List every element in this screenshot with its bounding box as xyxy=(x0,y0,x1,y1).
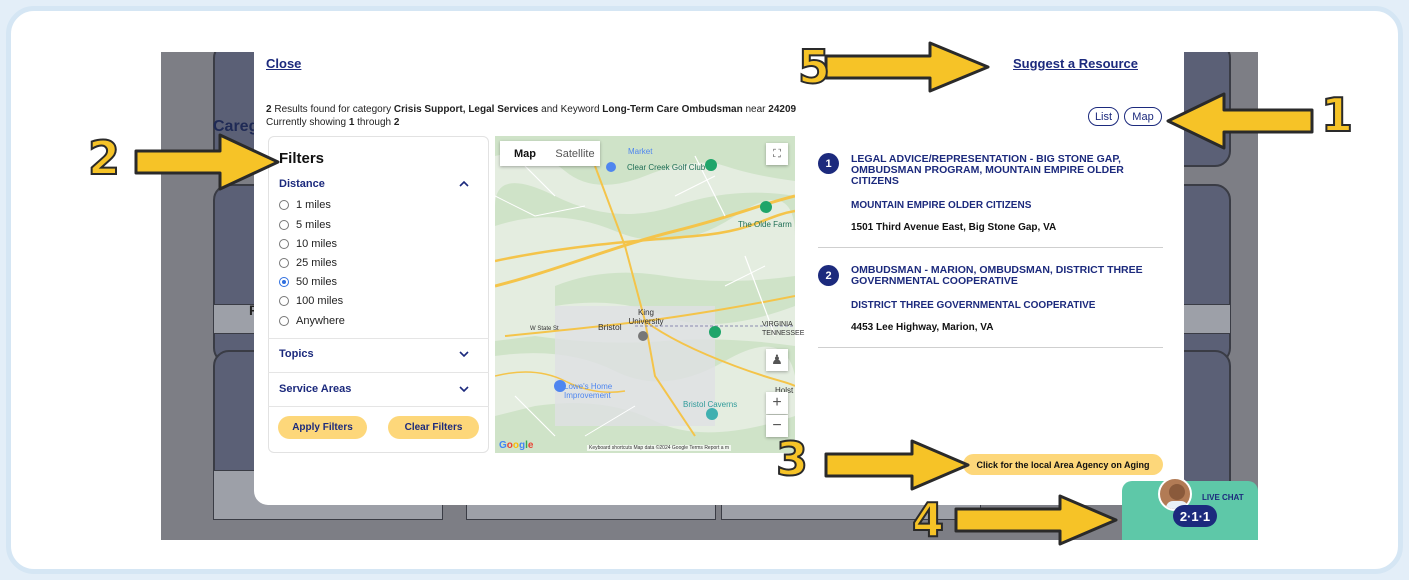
results-map[interactable] xyxy=(495,136,795,453)
clear-filters-button[interactable]: Clear Filters xyxy=(388,416,479,439)
map-place-label: VIRGINIA TENNESSEE xyxy=(762,321,805,337)
arrow-right-icon xyxy=(824,439,970,491)
distance-option[interactable]: 100 miles xyxy=(279,294,343,308)
radio-icon xyxy=(279,220,289,230)
filters-title: Filters xyxy=(279,150,325,167)
result-address: 1501 Third Avenue East, Big Stone Gap, V… xyxy=(851,222,1057,233)
map-view-button[interactable]: Map xyxy=(1124,107,1162,126)
distance-section-toggle[interactable]: Distance xyxy=(279,178,325,190)
distance-option-selected[interactable]: 50 miles xyxy=(279,275,337,289)
list-view-button[interactable]: List xyxy=(1088,107,1119,126)
showing-range: Currently showing 1 through 2 xyxy=(266,117,400,128)
radio-icon xyxy=(279,258,289,268)
arrow-right-icon xyxy=(954,494,1118,546)
divider xyxy=(818,247,1163,248)
arrow-right-icon xyxy=(824,41,990,93)
distance-option[interactable]: 1 miles xyxy=(279,198,331,212)
results-summary: 2 Results found for category Crisis Supp… xyxy=(266,104,797,115)
live-chat-label: LIVE CHAT xyxy=(1202,493,1244,502)
pegman-icon[interactable]: ♟ xyxy=(766,349,788,371)
distance-option[interactable]: Anywhere xyxy=(279,314,345,328)
map-place-label: Bristol Caverns xyxy=(683,400,738,409)
chevron-up-icon[interactable] xyxy=(457,178,471,190)
badge-211: 2·1·1 xyxy=(1173,505,1217,527)
map-place-label: The Olde Farm xyxy=(738,220,792,229)
map-tab[interactable]: Map xyxy=(500,141,550,166)
radio-icon xyxy=(279,200,289,210)
fullscreen-icon[interactable]: ⛶ xyxy=(766,143,788,165)
google-logo: Google xyxy=(499,440,534,451)
map-place-label: Bristol xyxy=(598,322,622,332)
map-attribution: Keyboard shortcuts Map data ©2024 Google… xyxy=(587,445,732,451)
map-place-label: Clear Creek Golf Club xyxy=(627,163,706,172)
area-agency-on-aging-button[interactable]: Click for the local Area Agency on Aging xyxy=(963,454,1163,475)
map-place-label: Lowe's Home Improvement xyxy=(564,382,613,400)
divider xyxy=(818,347,1163,348)
topics-section-toggle[interactable]: Topics xyxy=(279,348,314,360)
zoom-in-button[interactable]: + xyxy=(766,392,788,414)
map-canvas xyxy=(495,136,795,453)
radio-icon xyxy=(279,316,289,326)
result-number-badge: 1 xyxy=(818,153,839,174)
result-title-link[interactable]: LEGAL ADVICE/REPRESENTATION - BIG STONE … xyxy=(851,154,1161,187)
divider xyxy=(268,406,489,407)
result-number-badge: 2 xyxy=(818,265,839,286)
map-place-label: King University xyxy=(628,308,664,326)
radio-checked-icon xyxy=(279,277,289,287)
close-link[interactable]: Close xyxy=(266,56,301,71)
distance-option[interactable]: 5 miles xyxy=(279,218,331,232)
apply-filters-button[interactable]: Apply Filters xyxy=(278,416,367,439)
annotation-number: 5 xyxy=(797,40,831,94)
radio-icon xyxy=(279,296,289,306)
chevron-down-icon[interactable] xyxy=(457,348,471,360)
distance-option[interactable]: 10 miles xyxy=(279,237,337,251)
result-organization[interactable]: DISTRICT THREE GOVERNMENTAL COOPERATIVE xyxy=(851,300,1095,311)
map-place-label: Market xyxy=(628,147,653,156)
divider xyxy=(268,338,489,339)
annotation-number: 2 xyxy=(87,131,121,185)
satellite-tab[interactable]: Satellite xyxy=(550,141,600,166)
radio-icon xyxy=(279,239,289,249)
result-title-link[interactable]: OMBUDSMAN - MARION, OMBUDSMAN, DISTRICT … xyxy=(851,265,1161,287)
map-place-label: W State St xyxy=(530,326,559,332)
divider xyxy=(268,372,489,373)
suggest-resource-link[interactable]: Suggest a Resource xyxy=(1013,56,1138,71)
result-address: 4453 Lee Highway, Marion, VA xyxy=(851,322,994,333)
annotation-number: 1 xyxy=(1320,88,1354,142)
annotation-number: 3 xyxy=(775,432,809,486)
result-organization[interactable]: MOUNTAIN EMPIRE OLDER CITIZENS xyxy=(851,200,1031,211)
distance-option[interactable]: 25 miles xyxy=(279,256,337,270)
chevron-down-icon[interactable] xyxy=(457,383,471,395)
arrow-left-icon xyxy=(1166,92,1314,150)
service-areas-section-toggle[interactable]: Service Areas xyxy=(279,383,351,395)
map-type-tabs: Map Satellite xyxy=(500,141,600,166)
arrow-right-icon xyxy=(134,133,280,191)
annotation-number: 4 xyxy=(911,493,945,547)
